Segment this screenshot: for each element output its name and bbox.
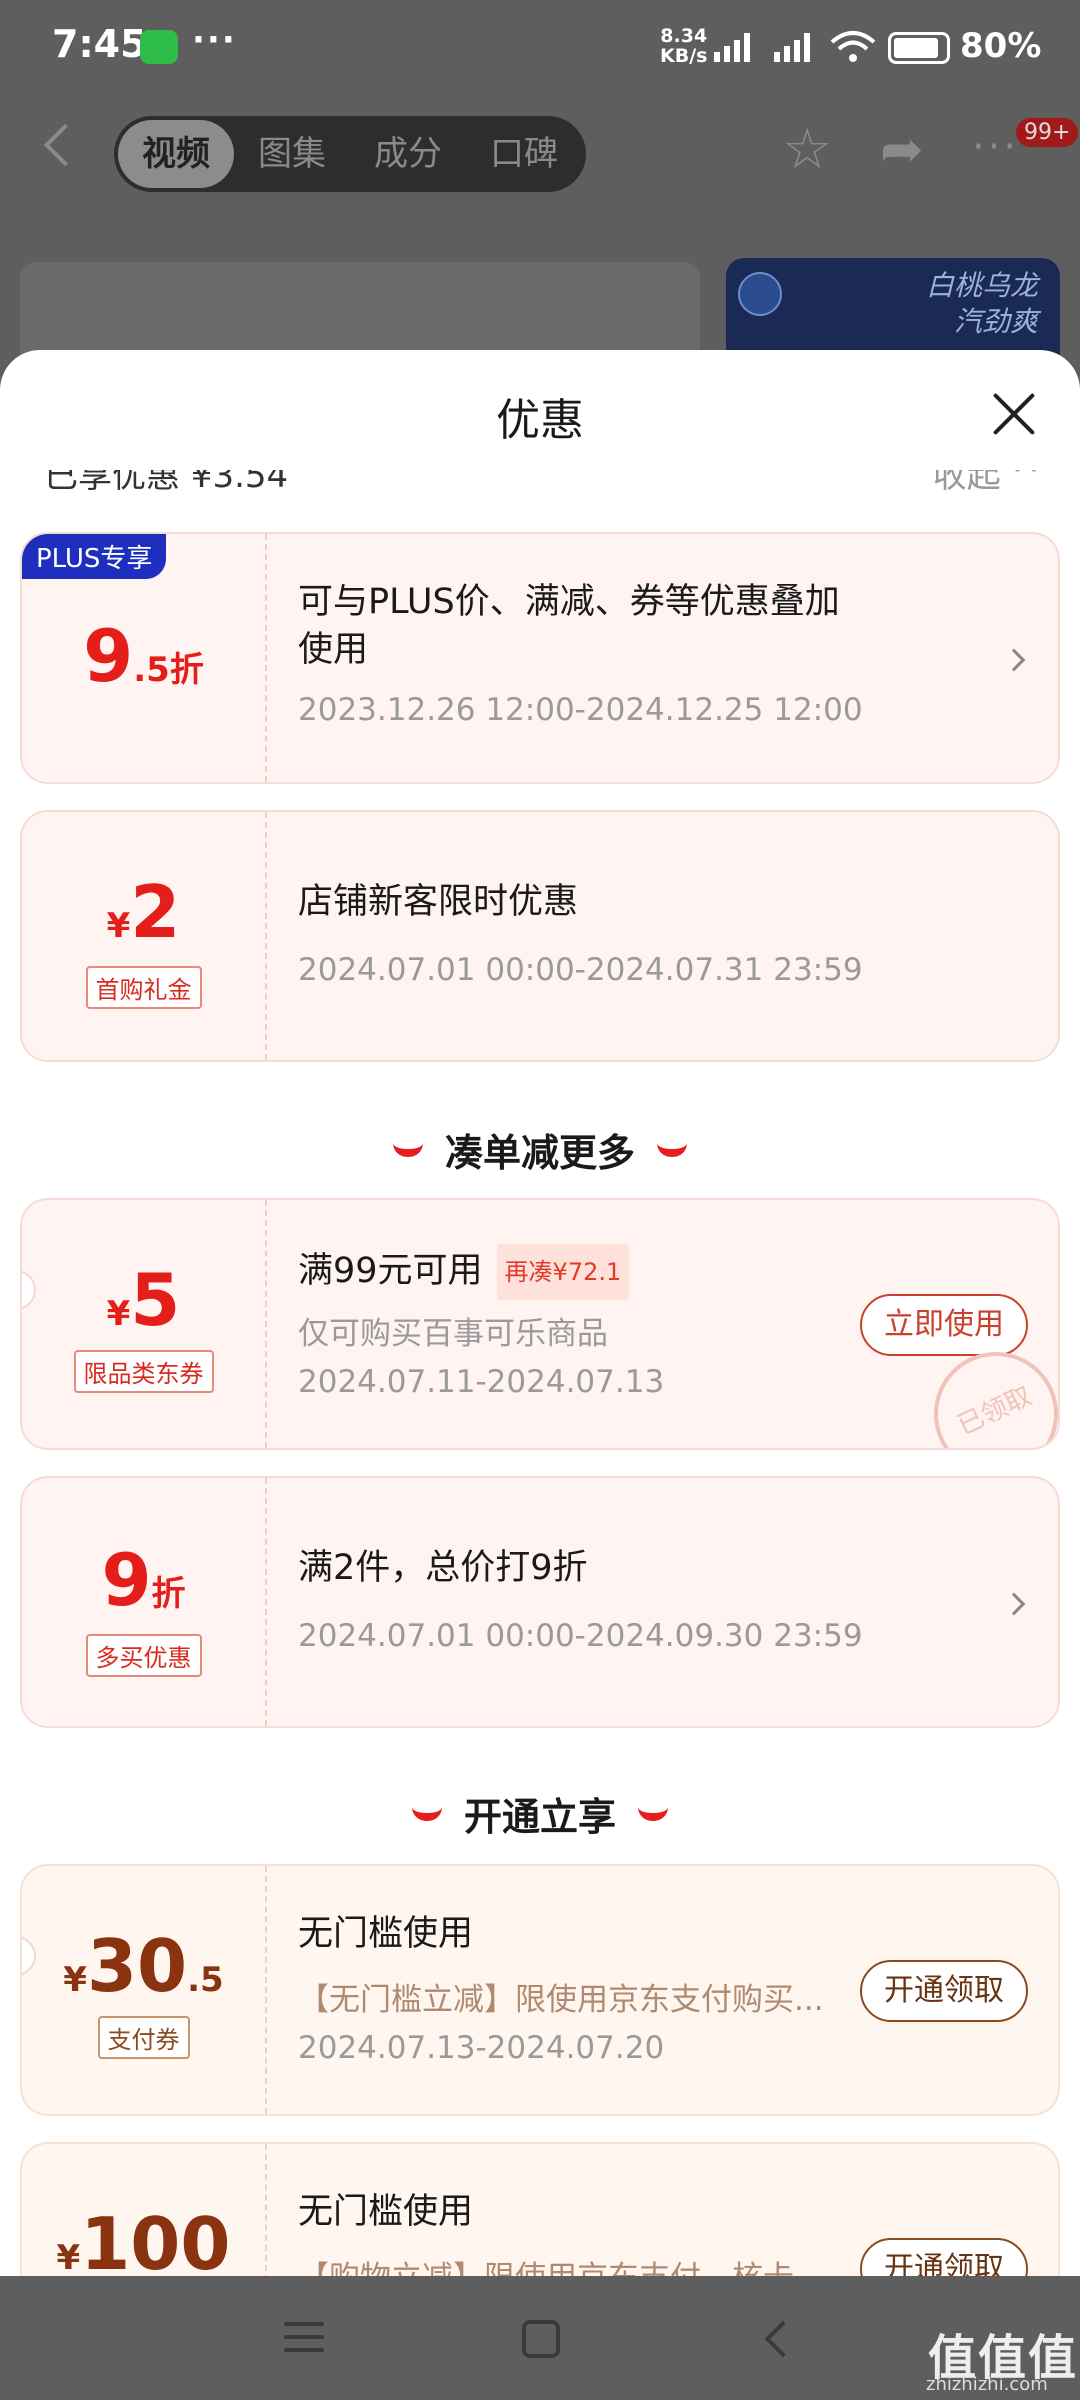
share-icon[interactable]: ➦ (880, 124, 924, 176)
coupon-divider (265, 1200, 267, 1448)
coupon-tag: 支付券 (22, 2016, 265, 2059)
applied-discount-row: 已享优惠 ¥3.54 收起 ^ (44, 470, 1040, 496)
network-speed-unit: KB/s (660, 45, 708, 67)
coupon-tag: 多买优惠 (22, 1634, 265, 1677)
coupon-desc: 【购物立减】限使用京东支付，核卡... (298, 2252, 824, 2276)
system-nav-bar (0, 2276, 1080, 2400)
product-tabs: 视频 图集 成分 口碑 (114, 116, 586, 192)
coupon-title: 无门槛使用 (298, 1914, 474, 1954)
coupon-desc: 【无门槛立减】限使用京东支付购买... (298, 1982, 824, 2018)
coupon-title: 满99元可用 再凑¥72.1 (298, 1244, 630, 1300)
tab-video[interactable]: 视频 (118, 120, 234, 188)
wifi-icon (830, 31, 876, 62)
coupon-divider (265, 1866, 267, 2114)
watermark-site: zhizhizhi.com (926, 2374, 1048, 2395)
coupon-new-customer[interactable]: ¥2 首购礼金 店铺新客限时优惠 2024.07.01 00:00-2024.0… (20, 810, 1060, 1062)
close-icon[interactable] (990, 390, 1038, 438)
coupon-divider (265, 534, 267, 782)
section-activate: 开通立享 (0, 1786, 1080, 1841)
coupon-title: 满2件，总价打9折 (298, 1548, 588, 1588)
home-icon[interactable] (522, 2320, 560, 2358)
applied-discount-text: 已享优惠 ¥3.54 (44, 470, 289, 496)
brand-logo-icon (738, 272, 782, 316)
coupon-payment[interactable]: ¥30.5 支付券 无门槛使用 【无门槛立减】限使用京东支付购买... 2024… (20, 1864, 1060, 2116)
coupon-tag: 限品类东券 (22, 1350, 265, 1393)
coupon-title: 店铺新客限时优惠 (298, 882, 579, 922)
plus-exclusive-badge: PLUS专享 (22, 534, 167, 579)
section-more-deals: 凑单减更多 (0, 1122, 1080, 1177)
status-bar: 7:45 ··· 8.34 KB/s 80% (0, 0, 1080, 96)
activate-claim-button[interactable]: 开通领取 (860, 1960, 1028, 2022)
battery-percent: 80% (960, 26, 1042, 66)
message-count-badge: 99+ (1016, 118, 1079, 147)
system-back-icon[interactable] (764, 2320, 802, 2358)
coupon-value: ¥30.5 (63, 1924, 224, 2008)
coupon-value: 9折 (101, 1538, 186, 1622)
coupon-date: 2024.07.01 00:00-2024.09.30 23:59 (298, 1618, 863, 1654)
coupon-title: 无门槛使用 (298, 2192, 474, 2232)
sheet-title: 优惠 (496, 395, 584, 446)
more-menu-icon[interactable]: ··· (972, 124, 1019, 170)
coupon-date: 2024.07.01 00:00-2024.07.31 23:59 (298, 952, 863, 988)
use-now-button[interactable]: 立即使用 (860, 1294, 1028, 1356)
tab-ingredients[interactable]: 成分 (350, 120, 466, 188)
coupon-category[interactable]: ¥5 限品类东券 满99元可用 再凑¥72.1 仅可购买百事可乐商品 2024.0… (20, 1198, 1060, 1450)
coupon-title: 可与PLUS价、满减、券等优惠叠加 使用 (298, 582, 840, 670)
coupon-tag: 首购礼金 (22, 966, 265, 1009)
coupon-desc: 仅可购买百事可乐商品 (298, 1316, 608, 1352)
remaining-amount-badge: 再凑¥72.1 (496, 1244, 630, 1300)
chevron-right-icon (1002, 648, 1026, 672)
recent-apps-icon[interactable] (284, 2322, 324, 2361)
coupon-multi-buy[interactable]: 9折 多买优惠 满2件，总价打9折 2024.07.01 00:00-2024.… (20, 1476, 1060, 1728)
battery-icon (888, 32, 950, 64)
tab-gallery[interactable]: 图集 (234, 120, 350, 188)
coupon-value: ¥5 (106, 1258, 181, 1342)
coupon-shopping[interactable]: ¥100 无门槛使用 【购物立减】限使用京东支付，核卡... 开通领取 (20, 2142, 1060, 2276)
coupon-divider (265, 2144, 267, 2276)
signal-icon-2 (774, 33, 810, 62)
activate-claim-button-2[interactable]: 开通领取 (860, 2238, 1028, 2276)
coupon-value: ¥2 (106, 870, 181, 954)
coupon-date: 2024.07.13-2024.07.20 (298, 2030, 665, 2066)
tab-reviews[interactable]: 口碑 (466, 120, 582, 188)
coupon-value: ¥100 (56, 2202, 231, 2276)
coupon-divider (265, 1478, 267, 1726)
coupon-divider (265, 812, 267, 1060)
wechat-notification-icon (140, 30, 178, 64)
network-speed-value: 8.34 (660, 25, 708, 47)
clock: 7:45 (52, 22, 147, 66)
coupon-value: 9.5折 (83, 614, 204, 698)
more-notifications-icon: ··· (192, 20, 237, 60)
coupon-plus-discount[interactable]: PLUS专享 9.5折 可与PLUS价、满减、券等优惠叠加 使用 2023.12… (20, 532, 1060, 784)
favorite-star-icon[interactable]: ☆ (782, 122, 832, 178)
product-top-nav: 视频 图集 成分 口碑 ☆ ➦ ··· 99+ (0, 100, 1080, 210)
ad-banner-text: 白桃乌龙 汽劲爽 (925, 269, 1038, 338)
discount-sheet: 优惠 已享优惠 ¥3.54 收起 ^ PLUS专享 9.5折 可与PLUS价、满… (0, 350, 1080, 2276)
chevron-right-icon (1002, 1592, 1026, 1616)
coupon-date: 2023.12.26 12:00-2024.12.25 12:00 (298, 692, 863, 728)
signal-icon (714, 33, 750, 62)
network-speed: 8.34 KB/s (660, 26, 707, 66)
collapse-button[interactable]: 收起 ^ (933, 470, 1040, 496)
coupon-date: 2024.07.11-2024.07.13 (298, 1364, 665, 1400)
back-icon[interactable] (43, 123, 87, 167)
